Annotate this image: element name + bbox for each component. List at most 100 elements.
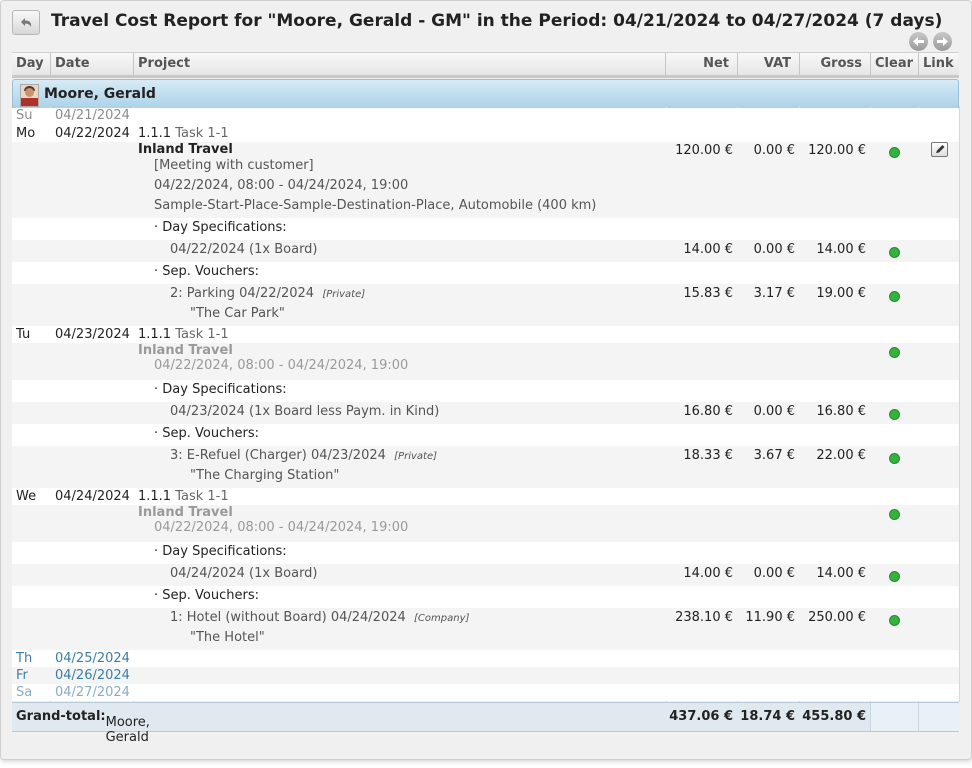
table-row-friday[interactable]: Fr 04/26/2024 bbox=[12, 667, 959, 684]
vat-amount: 11.90 € bbox=[745, 610, 795, 625]
green-check-dot-icon[interactable] bbox=[889, 615, 900, 626]
day-label: We bbox=[16, 489, 37, 504]
vat-amount: 3.67 € bbox=[753, 448, 795, 463]
green-check-dot-icon[interactable] bbox=[889, 571, 900, 582]
gross-amount: 120.00 € bbox=[808, 143, 866, 158]
green-check-dot-icon[interactable] bbox=[889, 147, 900, 158]
date-label: 04/22/2024 bbox=[55, 126, 130, 141]
trip-period: 04/22/2024, 08:00 - 04/24/2024, 19:00 bbox=[154, 358, 409, 373]
vouchers-header-row: · Sep. Vouchers: bbox=[12, 586, 959, 608]
trip-route: Sample-Start-Place-Sample-Destination-Pl… bbox=[154, 198, 597, 213]
green-check-dot-icon[interactable] bbox=[889, 291, 900, 302]
vouchers-header: · Sep. Vouchers: bbox=[154, 588, 259, 603]
task-label[interactable]: 1.1.1 Task 1-1 bbox=[138, 489, 229, 504]
voucher-vendor: "The Hotel" bbox=[190, 630, 265, 645]
column-header-clear[interactable]: Clear bbox=[875, 56, 913, 71]
trip-title: Inland Travel bbox=[138, 505, 233, 520]
voucher-label: 2: Parking 04/22/2024 [Private] bbox=[170, 286, 366, 301]
table-row-thursday[interactable]: Th 04/25/2024 bbox=[12, 650, 959, 667]
voucher-row-monday[interactable]: 2: Parking 04/22/2024 [Private] "The Car… bbox=[12, 284, 959, 326]
vouchers-header: · Sep. Vouchers: bbox=[154, 426, 259, 441]
column-header-day[interactable]: Day bbox=[16, 56, 44, 71]
column-header-gross[interactable]: Gross bbox=[821, 56, 863, 71]
net-amount: 120.00 € bbox=[675, 143, 733, 158]
travel-cost-table: Day Date Project Net VAT Gross Clear Lin… bbox=[12, 52, 959, 111]
gross-amount: 16.80 € bbox=[816, 404, 866, 419]
day-label: Mo bbox=[16, 126, 36, 141]
arrow-left-icon bbox=[913, 37, 924, 46]
table-row-monday[interactable]: Mo 04/22/2024 1.1.1 Task 1-1 bbox=[12, 125, 959, 142]
day-spec-label: 04/24/2024 (1x Board) bbox=[170, 566, 318, 581]
table-row-wednesday[interactable]: We 04/24/2024 1.1.1 Task 1-1 bbox=[12, 488, 959, 505]
green-check-dot-icon[interactable] bbox=[889, 247, 900, 258]
green-check-dot-icon[interactable] bbox=[889, 453, 900, 464]
voucher-vendor: "The Car Park" bbox=[190, 306, 285, 321]
trip-row-wednesday[interactable]: Inland Travel 04/22/2024, 08:00 - 04/24/… bbox=[12, 505, 959, 542]
grand-total-vat: 18.74 € bbox=[740, 709, 795, 724]
green-check-dot-icon[interactable] bbox=[889, 347, 900, 358]
gross-amount: 250.00 € bbox=[808, 610, 866, 625]
grand-total-gross: 455.80 € bbox=[802, 709, 866, 724]
table-header: Day Date Project Net VAT Gross Clear Lin… bbox=[12, 52, 959, 78]
trip-row-tuesday[interactable]: Inland Travel 04/22/2024, 08:00 - 04/24/… bbox=[12, 343, 959, 380]
day-spec-row-tuesday[interactable]: 04/23/2024 (1x Board less Paym. in Kind)… bbox=[12, 402, 959, 424]
trip-title: Inland Travel bbox=[138, 142, 233, 157]
net-amount: 14.00 € bbox=[683, 566, 733, 581]
table-row-saturday[interactable]: Sa 04/27/2024 bbox=[12, 684, 959, 701]
voucher-vendor: "The Charging Station" bbox=[190, 468, 340, 483]
back-button[interactable] bbox=[12, 10, 40, 35]
column-header-link[interactable]: Link bbox=[923, 56, 954, 71]
vouchers-header-row: · Sep. Vouchers: bbox=[12, 424, 959, 446]
date-label: 04/23/2024 bbox=[55, 327, 130, 342]
day-label: Fr bbox=[16, 668, 28, 683]
day-spec-header-row: · Day Specifications: bbox=[12, 542, 959, 564]
employee-group-header[interactable]: Moore, Gerald bbox=[12, 79, 959, 111]
date-label: 04/26/2024 bbox=[55, 668, 130, 683]
day-spec-label: 04/23/2024 (1x Board less Paym. in Kind) bbox=[170, 404, 440, 419]
column-header-project[interactable]: Project bbox=[138, 56, 190, 71]
column-header-date[interactable]: Date bbox=[55, 56, 90, 71]
net-amount: 238.10 € bbox=[675, 610, 733, 625]
column-header-vat[interactable]: VAT bbox=[764, 56, 791, 71]
day-spec-row-monday[interactable]: 04/22/2024 (1x Board) 14.00 € 0.00 € 14.… bbox=[12, 240, 959, 262]
vat-amount: 0.00 € bbox=[753, 404, 795, 419]
grand-total-name: Moore, Gerald bbox=[105, 715, 150, 745]
day-spec-header-row: · Day Specifications: bbox=[12, 380, 959, 402]
edit-link-icon[interactable] bbox=[931, 142, 948, 157]
green-check-dot-icon[interactable] bbox=[889, 409, 900, 420]
net-amount: 14.00 € bbox=[683, 242, 733, 257]
next-period-button[interactable] bbox=[933, 32, 952, 51]
vouchers-header: · Sep. Vouchers: bbox=[154, 264, 259, 279]
day-spec-label: 04/22/2024 (1x Board) bbox=[170, 242, 318, 257]
day-spec-row-wednesday[interactable]: 04/24/2024 (1x Board) 14.00 € 0.00 € 14.… bbox=[12, 564, 959, 586]
voucher-row-wednesday[interactable]: 1: Hotel (without Board) 04/24/2024 [Com… bbox=[12, 608, 959, 650]
task-label[interactable]: 1.1.1 Task 1-1 bbox=[138, 327, 229, 342]
voucher-row-tuesday[interactable]: 3: E-Refuel (Charger) 04/23/2024 [Privat… bbox=[12, 446, 959, 488]
grand-total-net: 437.06 € bbox=[669, 709, 733, 724]
undo-arrow-icon bbox=[21, 17, 32, 27]
table-row-sunday[interactable]: Su 04/21/2024 bbox=[12, 108, 959, 125]
gross-amount: 22.00 € bbox=[816, 448, 866, 463]
previous-period-button[interactable] bbox=[909, 32, 928, 51]
date-label: 04/24/2024 bbox=[55, 489, 130, 504]
task-label[interactable]: 1.1.1 Task 1-1 bbox=[138, 126, 229, 141]
day-label: Sa bbox=[16, 685, 33, 700]
employee-name: Moore, Gerald bbox=[44, 86, 156, 102]
net-amount: 15.83 € bbox=[683, 286, 733, 301]
date-label: 04/27/2024 bbox=[55, 685, 130, 700]
day-spec-header-row: · Day Specifications: bbox=[12, 218, 959, 240]
vat-amount: 0.00 € bbox=[753, 242, 795, 257]
vouchers-header-row: · Sep. Vouchers: bbox=[12, 262, 959, 284]
gross-amount: 14.00 € bbox=[816, 242, 866, 257]
page-title: Travel Cost Report for "Moore, Gerald - … bbox=[51, 11, 943, 31]
day-label: Tu bbox=[16, 327, 31, 342]
green-check-dot-icon[interactable] bbox=[889, 509, 900, 520]
trip-period: 04/22/2024, 08:00 - 04/24/2024, 19:00 bbox=[154, 520, 409, 535]
column-header-net[interactable]: Net bbox=[703, 56, 729, 71]
person-avatar-icon bbox=[20, 84, 39, 107]
voucher-label: 1: Hotel (without Board) 04/24/2024 [Com… bbox=[170, 610, 470, 625]
table-row-tuesday[interactable]: Tu 04/23/2024 1.1.1 Task 1-1 bbox=[12, 326, 959, 343]
trip-row-monday[interactable]: Inland Travel [Meeting with customer] 04… bbox=[12, 142, 959, 218]
day-label: Su bbox=[16, 108, 33, 123]
day-spec-header: · Day Specifications: bbox=[154, 220, 287, 235]
